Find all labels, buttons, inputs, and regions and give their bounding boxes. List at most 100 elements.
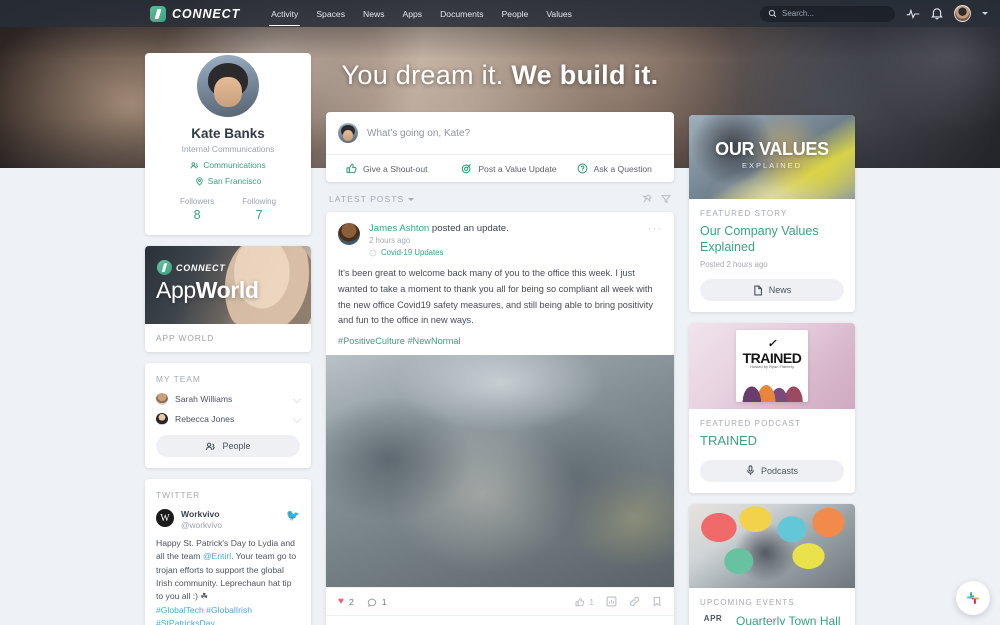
profile-team[interactable]: Communications [155, 160, 301, 170]
post-value-update-button[interactable]: Post a Value Update [443, 155, 558, 182]
main-nav: Activity Spaces News Apps Documents Peop… [262, 0, 581, 27]
explained-text: EXPLAINED [741, 161, 803, 170]
post-header: James Ashton posted an update. 2 hours a… [326, 212, 674, 257]
tweet-mention[interactable]: @Entirl [203, 551, 231, 561]
filter-icon[interactable] [661, 194, 671, 204]
news-button-label: News [768, 285, 792, 295]
profile-location-label: San Francisco [207, 176, 262, 186]
featured-podcast-title[interactable]: TRAINED [700, 433, 844, 450]
nav-item-activity[interactable]: Activity [262, 0, 307, 27]
chevron-right-icon[interactable] [292, 414, 302, 424]
podcasts-button[interactable]: Podcasts [700, 459, 844, 482]
shoutout-action[interactable]: 1 [575, 597, 594, 607]
chevron-right-icon[interactable] [292, 394, 302, 404]
app-world-logo-text: CONNECT [176, 262, 226, 273]
ask-question-button[interactable]: Ask a Question [559, 155, 674, 182]
hero-headline-light: You dream it. [341, 60, 504, 90]
search-placeholder: Search... [782, 9, 815, 18]
twitter-bird-icon: 🐦 [286, 510, 300, 522]
bell-icon[interactable] [931, 7, 943, 20]
topbar-right-group: Search... [760, 5, 988, 22]
podcast-cover-figures [736, 368, 808, 402]
main-feed-column: What's going on, Kate? Give a Shout-out [326, 112, 674, 625]
post-image[interactable] [326, 355, 674, 588]
list-item[interactable]: Rebecca Jones [156, 413, 302, 425]
app-world-logo: CONNECT [157, 260, 225, 275]
search-input[interactable]: Search... [760, 5, 895, 22]
give-shoutout-button[interactable]: Give a Shout-out [326, 155, 443, 182]
nav-item-documents[interactable]: Documents [431, 0, 492, 27]
hero-headline: You dream it. We build it. [0, 60, 1000, 91]
tweet-hashtags[interactable]: #GlobalTech #GlobalIrish #StPatricksDay [156, 604, 300, 625]
thumbs-up-icon [346, 163, 357, 174]
brand-name: CONNECT [172, 6, 241, 21]
search-icon [768, 9, 777, 18]
avatar [156, 413, 168, 425]
recent-comments-header: RECENT COMMENTS 1 OF 1 [326, 615, 674, 625]
profile-location[interactable]: San Francisco [155, 176, 301, 186]
chevron-down-icon[interactable] [982, 12, 988, 15]
post-author-name[interactable]: James Ashton [369, 223, 429, 234]
link-icon[interactable] [629, 596, 640, 607]
nav-item-values[interactable]: Values [537, 0, 581, 27]
composer-input-row[interactable]: What's going on, Kate? [326, 112, 674, 154]
list-item[interactable]: Sarah Williams [156, 393, 302, 405]
connect-logo-icon [150, 5, 166, 22]
slack-chat-button[interactable] [956, 581, 990, 615]
featured-story-kicker: FEATURED STORY [700, 209, 788, 218]
post-space[interactable]: Covid-19 Updates [369, 248, 639, 257]
nav-item-news[interactable]: News [354, 0, 394, 27]
event-item[interactable]: APR 2 Quarterly Town Hall HQ [700, 614, 844, 625]
left-sidebar: Kate Banks Internal Communications Commu… [145, 53, 311, 625]
ellipsis-icon[interactable]: ··· [648, 223, 662, 257]
give-shoutout-label: Give a Shout-out [363, 163, 428, 174]
my-team-label: MY TEAM [156, 374, 201, 384]
avatar[interactable] [338, 223, 360, 245]
twitter-tweet-body: Happy St. Patrick's Day to Lydia and all… [156, 537, 300, 604]
bookmark-icon[interactable] [652, 596, 662, 608]
upcoming-events-image[interactable] [689, 503, 855, 588]
app-world-card[interactable]: CONNECT AppWorld APP WORLD [145, 246, 311, 352]
nav-item-people[interactable]: People [493, 0, 538, 27]
post-action-bar: ♥ 2 1 1 [326, 587, 674, 615]
chevron-down-icon[interactable] [408, 197, 415, 201]
featured-story-image[interactable]: OUR VALUES EXPLAINED [689, 115, 855, 199]
featured-podcast-image[interactable]: ✓ TRAINED Hosted by Ryan Flaherty [689, 323, 855, 409]
following-value: 7 [255, 208, 263, 222]
featured-story-subtitle: Posted 2 hours ago [700, 260, 768, 269]
feed-sort-label[interactable]: LATEST POSTS [329, 194, 404, 204]
featured-story-card: OUR VALUES EXPLAINED FEATURED STORY Our … [689, 115, 855, 312]
nav-item-apps[interactable]: Apps [394, 0, 432, 27]
post-comments[interactable]: 1 [367, 597, 387, 607]
podcasts-button-label: Podcasts [760, 465, 799, 476]
avatar[interactable] [954, 5, 971, 22]
followers-stat[interactable]: Followers 8 [180, 197, 214, 222]
featured-story-title[interactable]: Our Company Values Explained [700, 223, 844, 255]
brand-logo[interactable]: CONNECT [150, 5, 241, 22]
post-action-text: posted an update. [429, 223, 509, 234]
featured-podcast-body: FEATURED PODCAST TRAINED Podcasts [689, 409, 855, 493]
event-name[interactable]: Quarterly Town Hall [736, 614, 844, 625]
avatar: W [156, 509, 174, 527]
people-icon [190, 161, 199, 168]
target-icon [462, 163, 472, 174]
news-button[interactable]: News [700, 279, 844, 301]
post-hashtags[interactable]: #PositiveCulture #NewNormal [326, 329, 674, 355]
following-stat[interactable]: Following 7 [242, 197, 276, 222]
poll-icon[interactable] [606, 596, 617, 607]
space-icon [369, 249, 377, 256]
reactions-count: 2 [348, 596, 354, 607]
upcoming-events-body: UPCOMING EVENTS APR 2 Quarterly Town Hal… [689, 588, 855, 625]
microphone-icon [747, 465, 754, 476]
post-timestamp: 2 hours ago [369, 236, 411, 245]
people-button[interactable]: People [156, 435, 300, 457]
pulse-icon[interactable] [906, 8, 920, 20]
team-member-name: Sarah Williams [175, 394, 233, 404]
twitter-account[interactable]: W Workvivo @workvivo 🐦 [156, 509, 300, 530]
nav-item-spaces[interactable]: Spaces [307, 0, 354, 27]
post-author-line: James Ashton posted an update. [369, 223, 639, 234]
post-reactions[interactable]: ♥ 2 [338, 596, 354, 607]
post-value-update-label: Post a Value Update [478, 163, 557, 174]
heart-icon: ♥ [338, 596, 344, 608]
pin-icon[interactable] [642, 194, 652, 204]
